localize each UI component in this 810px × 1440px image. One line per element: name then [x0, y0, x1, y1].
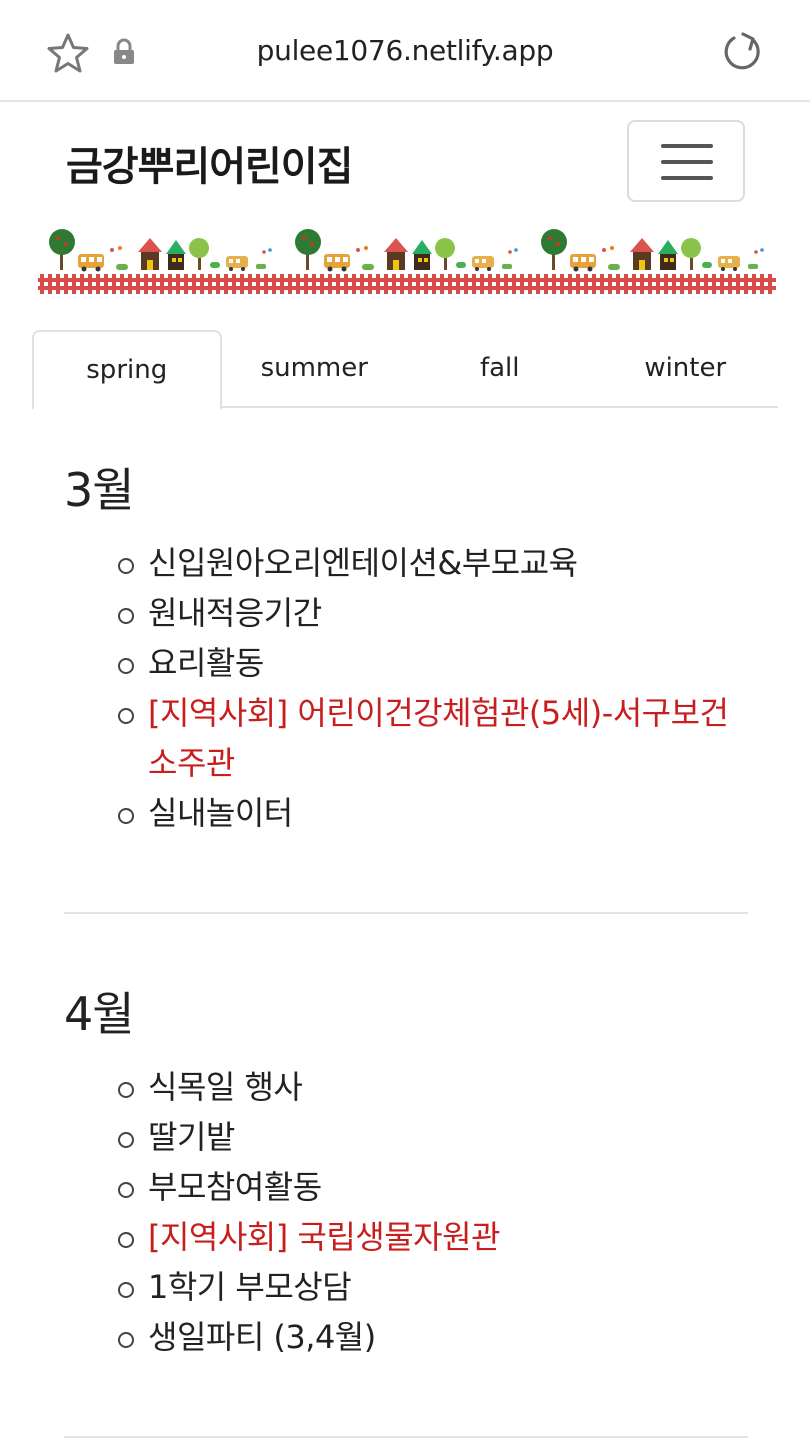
list-item: 생일파티 (3,4월) [118, 1312, 748, 1362]
event-list: 신입원아오리엔테이션&부모교육 원내적응기간 요리활동 [지역사회] 어린이건강… [64, 538, 748, 838]
divider [64, 1436, 748, 1438]
tab-fall[interactable]: fall [407, 330, 593, 406]
tab-summer[interactable]: summer [222, 330, 408, 406]
list-item: 신입원아오리엔테이션&부모교육 [118, 538, 748, 588]
month-title: 4월 [64, 987, 135, 1041]
village-fence-banner [38, 229, 776, 294]
season-tabs: spring summer fall winter [32, 330, 779, 410]
browser-address-bar: pulee1076.netlify.app [0, 0, 810, 102]
divider [64, 912, 748, 914]
tab-spring[interactable]: spring [32, 330, 222, 410]
hamburger-icon [661, 144, 713, 148]
month-title: 3월 [64, 463, 135, 517]
list-item-community: [지역사회] 국립생물자원관 [118, 1212, 748, 1262]
tab-winter[interactable]: winter [593, 330, 779, 406]
list-item-community: [지역사회] 어린이건강체험관(5세)-서구보건소주관 [118, 688, 748, 788]
spring-schedule: 3월 신입원아오리엔테이션&부모교육 원내적응기간 요리활동 [지역사회] 어린… [64, 450, 748, 1440]
list-item: 요리활동 [118, 638, 748, 688]
list-item: 딸기밭 [118, 1112, 748, 1162]
list-item: 부모참여활동 [118, 1162, 748, 1212]
list-item: 원내적응기간 [118, 588, 748, 638]
url-text[interactable]: pulee1076.netlify.app [0, 34, 810, 67]
month-section: 3월 신입원아오리엔테이션&부모교육 원내적응기간 요리활동 [지역사회] 어린… [64, 450, 748, 914]
event-list: 식목일 행사 딸기밭 부모참여활동 [지역사회] 국립생물자원관 1학기 부모상… [64, 1062, 748, 1362]
month-section: 4월 식목일 행사 딸기밭 부모참여활동 [지역사회] 국립생물자원관 1학기 … [64, 974, 748, 1438]
list-item: 식목일 행사 [118, 1062, 748, 1112]
list-item: 실내놀이터 [118, 788, 748, 838]
site-brand[interactable]: 금강뿌리어린이집 [66, 134, 353, 192]
list-item: 1학기 부모상담 [118, 1262, 748, 1312]
reload-icon[interactable] [720, 30, 764, 74]
menu-toggle-button[interactable] [627, 120, 745, 202]
